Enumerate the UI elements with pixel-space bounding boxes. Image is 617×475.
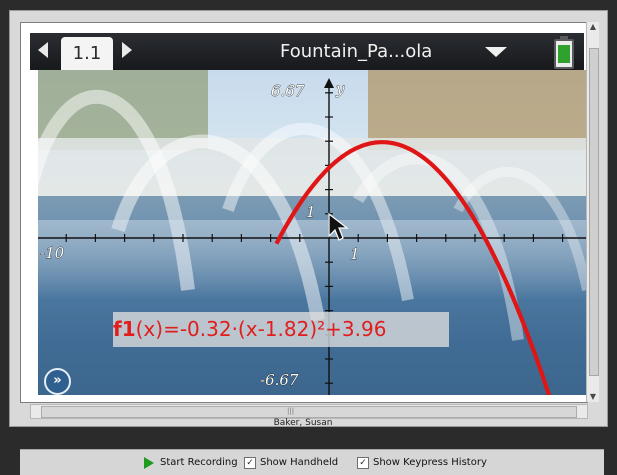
show-keypress-history-checkbox[interactable]: ✓ Show Keypress History [357,456,497,469]
x-min-tick-label: -10 [40,244,65,262]
vertical-scroll-thumb[interactable] [589,48,599,376]
scroll-down-icon[interactable]: ▼ [587,392,599,402]
show-handheld-checkbox[interactable]: ✓ Show Handheld [244,456,348,469]
tab-1-1[interactable]: 1.1 [61,37,113,70]
start-recording-button[interactable]: Start Recording [144,456,240,469]
checkbox-checked-icon: ✓ [357,457,369,469]
graph-canvas[interactable]: 6.67 y -10 1 1 -6.67 f1(x)=-0.32·(x-1.82… [38,70,587,395]
show-handheld-label: Show Handheld [260,457,339,468]
show-keypress-history-label: Show Keypress History [373,457,487,468]
water-glow [38,220,587,300]
y-max-tick-label: 6.67 [271,82,305,100]
scroll-grip-icon: ||| [287,407,295,415]
checkbox-checked-icon: ✓ [244,457,256,469]
vertical-scrollbar[interactable]: ▲ ▼ [586,22,599,402]
scroll-up-icon[interactable]: ▲ [587,22,599,32]
x-one-tick-label: 1 [350,245,360,263]
previous-page-icon[interactable] [38,42,48,58]
expand-icon[interactable]: » [44,368,71,395]
y-axis-label: y [335,80,345,98]
function-label[interactable]: f1(x)=-0.32·(x-1.82)²+3.96 [113,312,449,347]
bottom-toolbar: Start Recording ✓ Show Handheld ✓ Show K… [20,449,604,475]
tab-bar: 1.1 Fountain_Pa...ola [30,33,584,70]
document-title[interactable]: Fountain_Pa...ola [280,33,520,70]
play-icon [144,457,154,469]
y-one-tick-label: 1 [306,203,316,221]
chevron-down-icon[interactable] [485,47,507,57]
author-name: Baker, Susan [273,418,333,428]
start-recording-label: Start Recording [160,457,238,468]
battery-icon [554,36,574,69]
next-page-icon[interactable] [122,42,132,58]
y-min-tick-label: -6.67 [260,371,299,389]
